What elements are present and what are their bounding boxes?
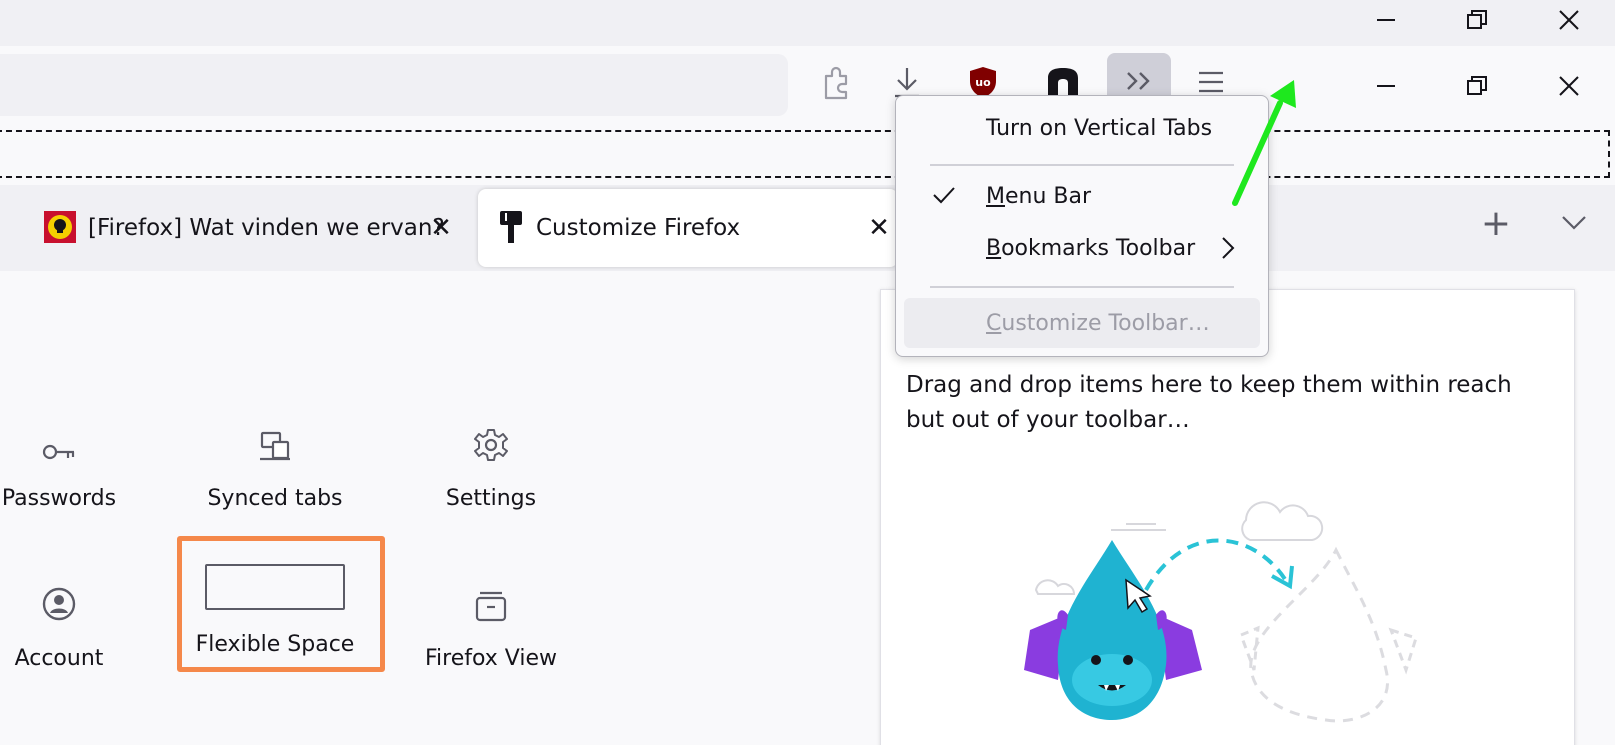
minimize-icon[interactable] [1362,0,1410,40]
menu-item-label: Bookmarks Toolbar [986,235,1196,261]
menu-item-menu-bar[interactable]: Menu Bar [904,173,1260,219]
paintbrush-icon [498,209,524,251]
tab-close-button[interactable]: ✕ [864,213,894,243]
toolbar-context-menu: Turn on Vertical Tabs Menu Bar Bookmarks… [895,95,1269,357]
new-tab-button[interactable]: + [1476,203,1516,244]
menu-separator [930,164,1234,166]
menu-item-customize-toolbar[interactable]: Customize Toolbar… [904,298,1260,348]
navigation-toolbar: uo [0,46,1615,122]
palette-item-passwords[interactable]: Passwords [0,404,154,524]
tab-seniorweb[interactable]: [Firefox] Wat vinden we ervan? - Seniorw… [30,189,460,267]
checkmark-icon [932,185,956,211]
menu-separator [930,286,1234,288]
palette-item-flexible-space[interactable]: Flexible Space [180,538,370,658]
palette-item-label: Firefox View [424,646,557,671]
menu-item-bookmarks-toolbar[interactable]: Bookmarks Toolbar [904,225,1260,271]
extensions-icon[interactable] [817,62,857,102]
restore-icon[interactable] [1453,0,1501,40]
palette-item-label: Synced tabs [207,486,343,511]
palette-item-label: Passwords [1,486,117,511]
menu-item-label: Customize Toolbar… [986,310,1210,336]
menu-item-vertical-tabs[interactable]: Turn on Vertical Tabs [904,105,1260,151]
overflow-panel: Drag and drop items here to keep them wi… [880,289,1575,745]
tab-customize-firefox[interactable]: Customize Firefox ✕ [478,189,898,267]
palette-item-label: Flexible Space [195,632,355,657]
title-bar [0,0,1615,46]
seniorweb-favicon [44,211,76,249]
url-bar[interactable] [0,54,788,116]
palette-item-account[interactable]: Account [0,564,154,684]
overflow-illustration [1024,501,1418,723]
menu-item-label: Turn on Vertical Tabs [986,115,1213,141]
tab-title: [Firefox] Wat vinden we ervan? - Seniorw… [88,215,443,241]
key-icon [42,404,76,468]
tab-title: Customize Firefox [536,215,741,241]
gear-icon [474,404,508,468]
bookmarks-toolbar-drop-area[interactable] [0,130,1610,178]
tab-close-button[interactable]: ✕ [426,213,456,243]
account-icon [41,564,77,628]
flexible-space-preview [205,564,345,610]
palette-item-settings[interactable]: Settings [396,404,586,524]
chevron-right-icon [1220,236,1236,266]
svg-text:uo: uo [975,76,991,89]
palette-item-label: Settings [445,486,537,511]
firefox-view-icon [474,564,508,628]
minimize-icon[interactable] [1362,66,1410,106]
menu-item-label: Menu Bar [986,183,1092,209]
palette-item-firefox-view[interactable]: Firefox View [396,564,586,684]
restore-icon[interactable] [1453,66,1501,106]
palette-item-label: Account [14,646,104,671]
close-icon[interactable] [1545,66,1593,106]
list-all-tabs-button[interactable] [1554,205,1594,245]
overflow-chevrons-icon [1124,70,1154,96]
synced-tabs-icon [259,404,291,468]
close-icon[interactable] [1545,0,1593,40]
tab-strip: [Firefox] Wat vinden we ervan? - Seniorw… [0,185,1615,271]
overflow-panel-text: Drag and drop items here to keep them wi… [906,372,1512,433]
chevron-down-icon [1561,215,1587,235]
palette-item-synced-tabs[interactable]: Synced tabs [180,404,370,524]
